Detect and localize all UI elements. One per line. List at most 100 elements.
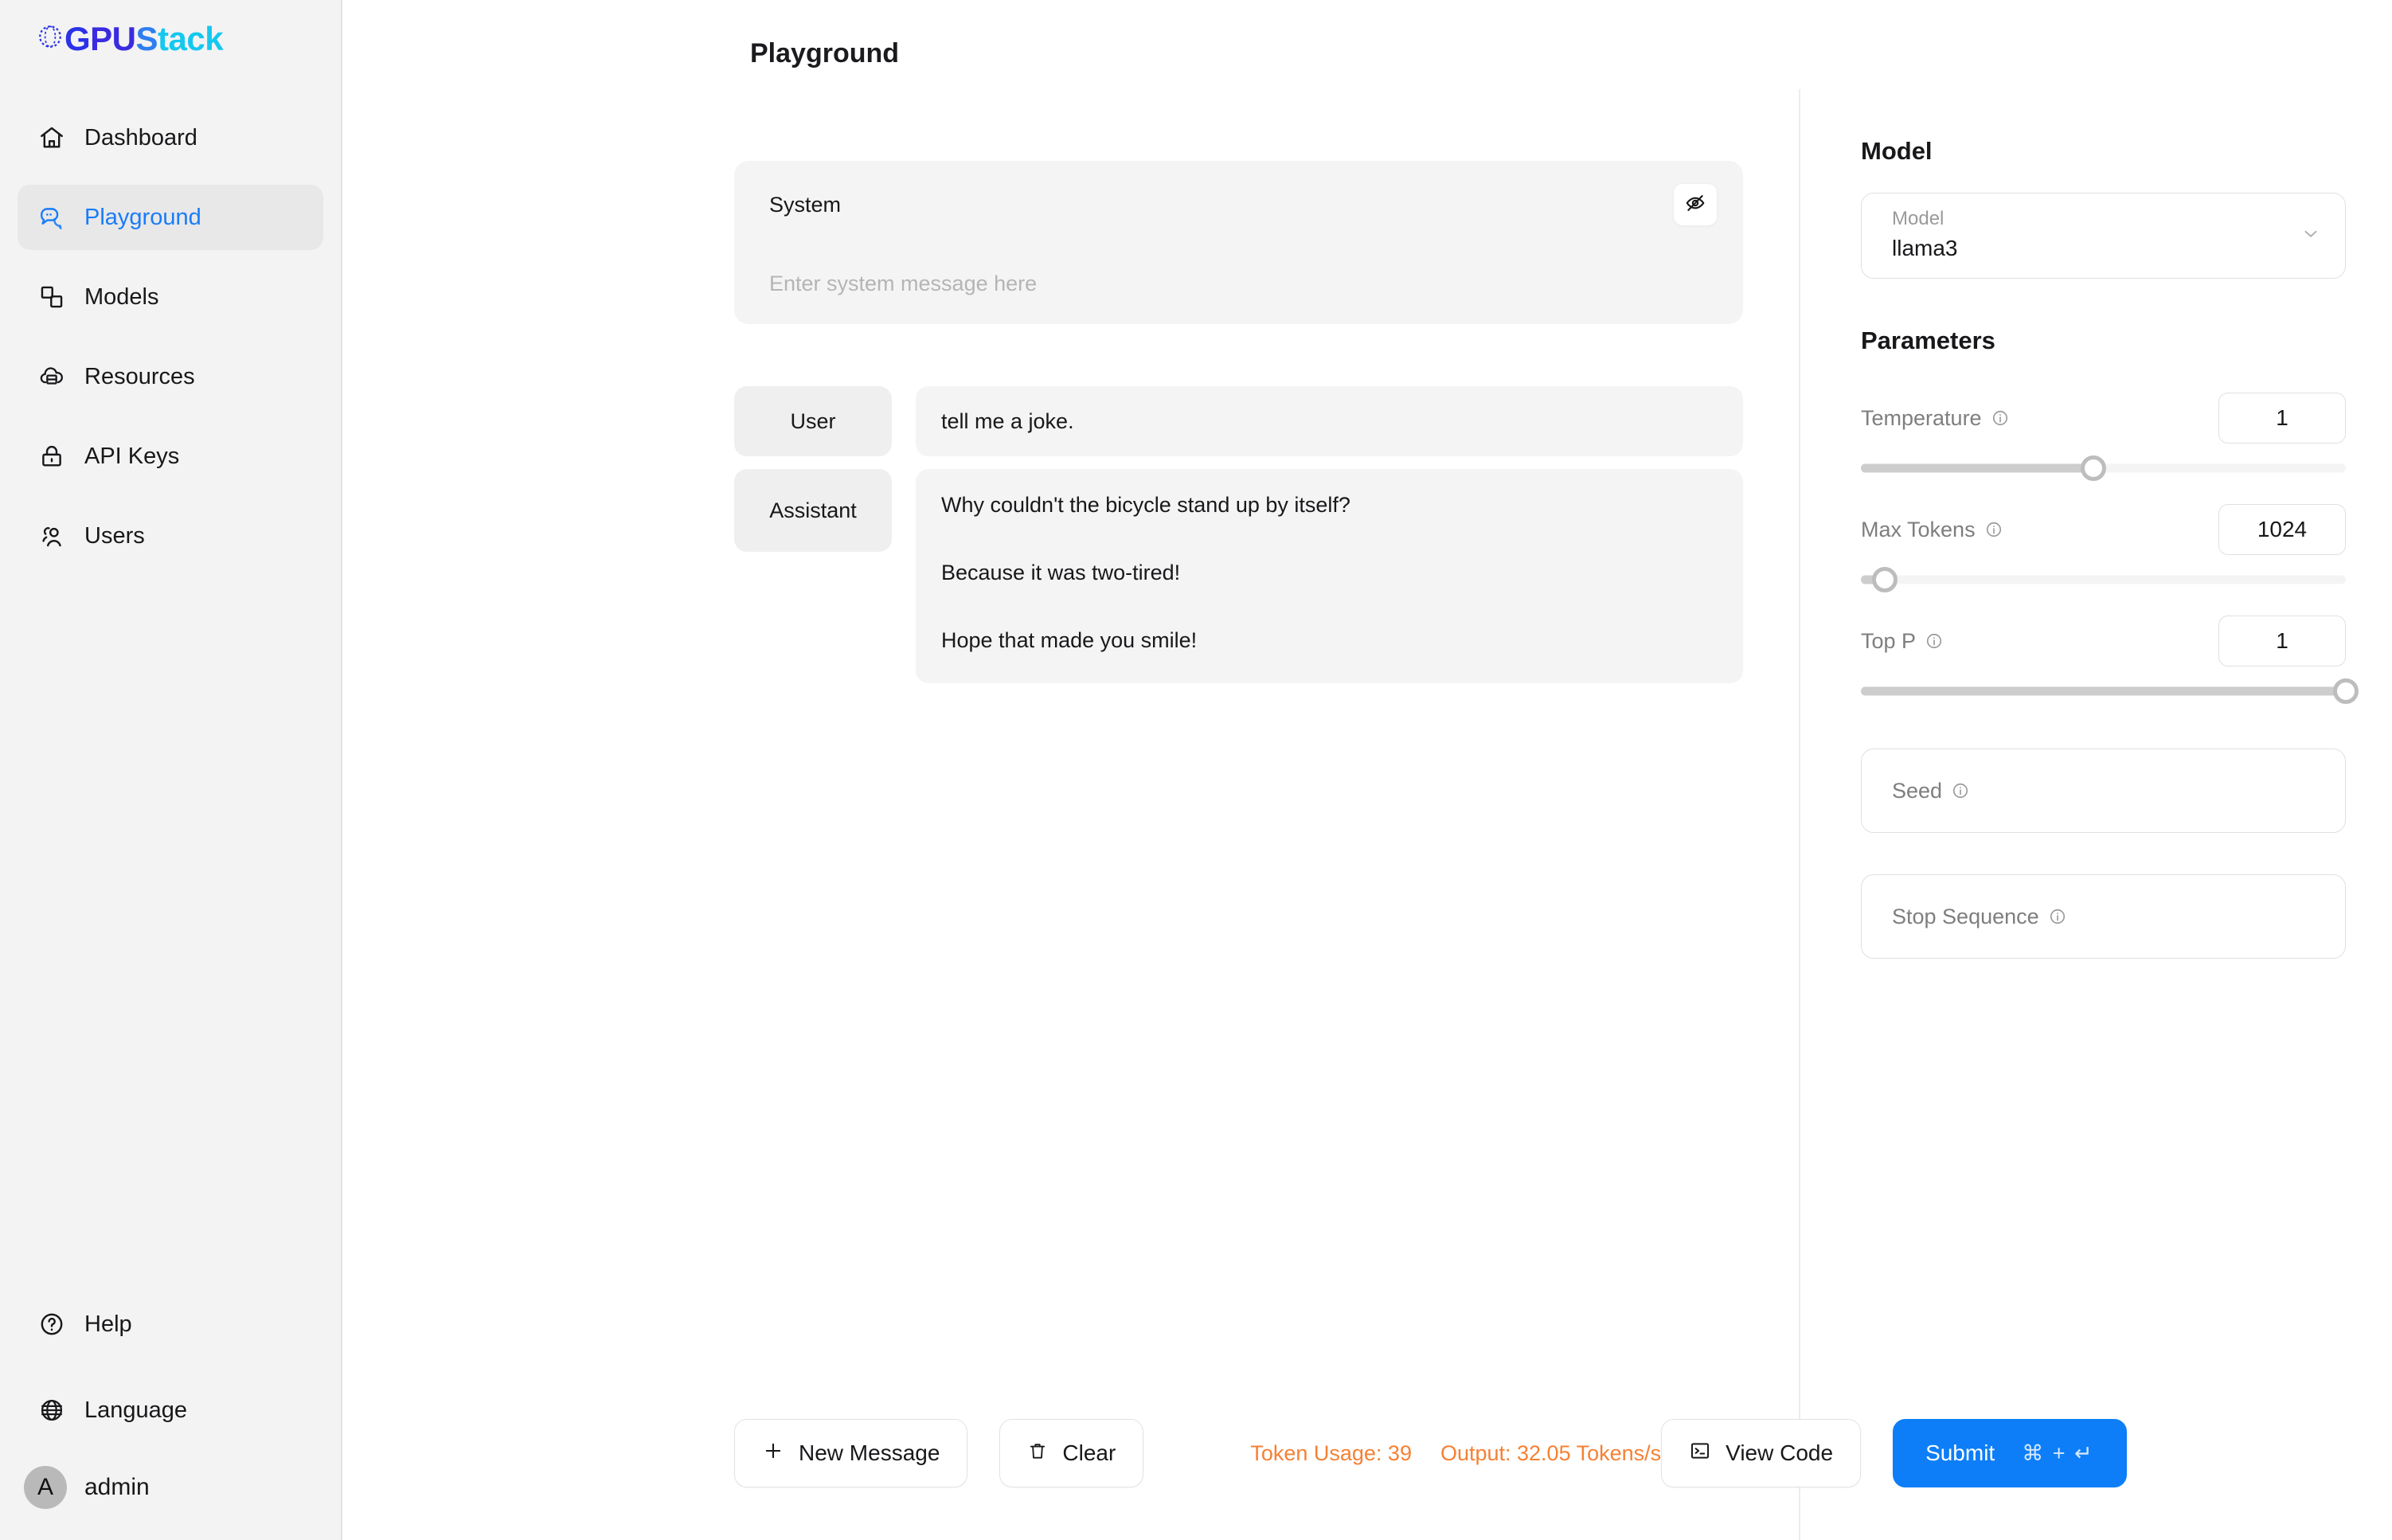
slider-thumb[interactable] <box>1872 567 1898 592</box>
submit-button[interactable]: Submit ⌘ + ↵ <box>1893 1419 2127 1487</box>
message-paragraph: Hope that made you smile! <box>941 628 1198 652</box>
submit-label: Submit <box>1925 1440 1995 1465</box>
stop-sequence-label: Stop Sequence <box>1892 904 2039 928</box>
trash-icon <box>1027 1440 1048 1467</box>
info-icon[interactable] <box>2049 908 2066 925</box>
eye-invisible-icon <box>1684 192 1706 218</box>
submit-shortcut: ⌘ + ↵ <box>2022 1440 2094 1465</box>
stop-sequence-label-wrap: Stop Sequence <box>1892 905 2066 929</box>
usage-stats: Token Usage: 39 Output: 32.05 Tokens/s <box>1250 1441 1661 1466</box>
parameter-header: Max Tokens 1024 <box>1861 498 2346 561</box>
cloud-server-icon <box>37 362 67 392</box>
globe-icon <box>37 1395 67 1425</box>
toolbar-right-group: View Code Submit ⌘ + ↵ <box>1661 1419 2127 1487</box>
top-p-value-input[interactable]: 1 <box>2218 616 2346 666</box>
users-icon <box>37 521 67 551</box>
message-content[interactable]: Why couldn't the bicycle stand up by its… <box>916 469 1743 683</box>
parameter-label-wrap: Max Tokens <box>1861 518 2003 542</box>
model-section-heading: Model <box>1861 137 1933 165</box>
message-paragraph: tell me a joke. <box>941 408 1074 433</box>
sidebar-item-dashboard[interactable]: Dashboard <box>18 105 323 170</box>
settings-panel: Model Model llama3 Parameters Temperatur… <box>1799 89 2392 1540</box>
sidebar-item-label: Playground <box>84 204 201 230</box>
stop-sequence-field[interactable]: Stop Sequence <box>1861 874 2346 959</box>
system-message-panel: System Enter system message here <box>734 161 1743 324</box>
sidebar-item-users[interactable]: Users <box>18 503 323 569</box>
sidebar-item-models[interactable]: Models <box>18 264 323 330</box>
system-label: System <box>769 193 842 217</box>
new-message-label: New Message <box>799 1440 940 1465</box>
view-code-label: View Code <box>1726 1440 1834 1465</box>
message-paragraph: Why couldn't the bicycle stand up by its… <box>941 493 1350 517</box>
info-icon[interactable] <box>1991 409 2009 427</box>
slider-fill <box>1861 463 2094 473</box>
system-input[interactable]: Enter system message here <box>769 272 1708 296</box>
user-name: admin <box>84 1474 150 1500</box>
logo-part-g: G <box>64 20 91 57</box>
seed-label-wrap: Seed <box>1892 779 1969 803</box>
sidebar-item-language[interactable]: Language <box>18 1378 323 1443</box>
primary-nav: Dashboard Playground Models Resources AP… <box>0 88 341 583</box>
temperature-slider[interactable] <box>1861 452 2346 484</box>
info-icon[interactable] <box>1985 521 2003 538</box>
secondary-nav: Help Language <box>0 1292 341 1464</box>
sidebar-item-label: Help <box>84 1311 132 1337</box>
sidebar-item-label: Dashboard <box>84 124 197 150</box>
max-tokens-slider[interactable] <box>1861 564 2346 596</box>
app-root: G PU Stack Dashboard Playground Models R… <box>0 0 2392 1540</box>
chat-bubble-icon <box>37 202 67 233</box>
top-p-slider[interactable] <box>1861 675 2359 707</box>
sidebar-item-label: API Keys <box>84 443 180 469</box>
max-tokens-value-input[interactable]: 1024 <box>2218 504 2346 555</box>
main-area: Playground System Enter system message h… <box>342 0 2392 1540</box>
sidebar-item-resources[interactable]: Resources <box>18 344 323 409</box>
info-icon[interactable] <box>1952 782 1969 799</box>
sidebar-item-label: Users <box>84 522 145 549</box>
toggle-system-visibility-button[interactable] <box>1673 183 1718 226</box>
parameter-header: Top P 1 <box>1861 610 2346 672</box>
logo-part-tack: tack <box>158 20 224 57</box>
model-select-value: llama3 <box>1892 235 1958 260</box>
parameter-label: Top P <box>1861 628 1917 653</box>
chat-scroll-area[interactable]: System Enter system message here User te… <box>342 89 1799 1405</box>
slider-fill <box>1861 686 2346 696</box>
logo-part-s: S <box>135 20 158 57</box>
brand-logo[interactable]: G PU Stack <box>0 0 341 88</box>
message-role-chip[interactable]: User <box>734 386 892 456</box>
sidebar-item-help[interactable]: Help <box>18 1292 323 1357</box>
user-profile[interactable]: A admin <box>0 1464 341 1540</box>
lock-icon <box>37 441 67 471</box>
content-row: System Enter system message here User te… <box>342 89 2392 1540</box>
new-message-button[interactable]: New Message <box>734 1419 968 1487</box>
slider-track <box>1861 575 2346 584</box>
model-select[interactable]: Model llama3 <box>1861 193 2346 279</box>
sidebar-item-api-keys[interactable]: API Keys <box>18 424 323 489</box>
token-usage-text: Token Usage: 39 <box>1250 1440 1412 1465</box>
parameters-section-heading: Parameters <box>1861 326 1995 354</box>
temperature-value-input[interactable]: 1 <box>2218 393 2346 444</box>
info-icon[interactable] <box>1925 632 1943 650</box>
terminal-icon <box>1689 1440 1711 1468</box>
seed-label: Seed <box>1892 778 1943 803</box>
parameter-label-wrap: Temperature <box>1861 406 2009 431</box>
logo-text: G PU Stack <box>37 20 224 57</box>
model-select-label: Model <box>1892 208 1944 229</box>
message-content[interactable]: tell me a joke. <box>916 386 1743 456</box>
sidebar-item-label: Language <box>84 1397 188 1423</box>
question-circle-icon <box>37 1309 67 1339</box>
sidebar-item-label: Resources <box>84 363 195 389</box>
view-code-button[interactable]: View Code <box>1661 1419 1862 1487</box>
message-role-chip[interactable]: Assistant <box>734 469 892 552</box>
parameter-top-p: Top P 1 <box>1861 610 2359 707</box>
slider-thumb[interactable] <box>2333 678 2359 704</box>
chat-column: System Enter system message here User te… <box>342 89 2127 1540</box>
seed-field[interactable]: Seed <box>1861 749 2346 833</box>
sidebar-item-label: Models <box>84 283 159 310</box>
parameter-label: Max Tokens <box>1861 517 1976 541</box>
message-row: User tell me a joke. <box>734 386 1743 456</box>
sidebar-item-playground[interactable]: Playground <box>18 185 323 250</box>
slider-thumb[interactable] <box>2081 455 2107 481</box>
parameter-header: Temperature 1 <box>1861 387 2346 449</box>
clear-button[interactable]: Clear <box>999 1419 1144 1487</box>
